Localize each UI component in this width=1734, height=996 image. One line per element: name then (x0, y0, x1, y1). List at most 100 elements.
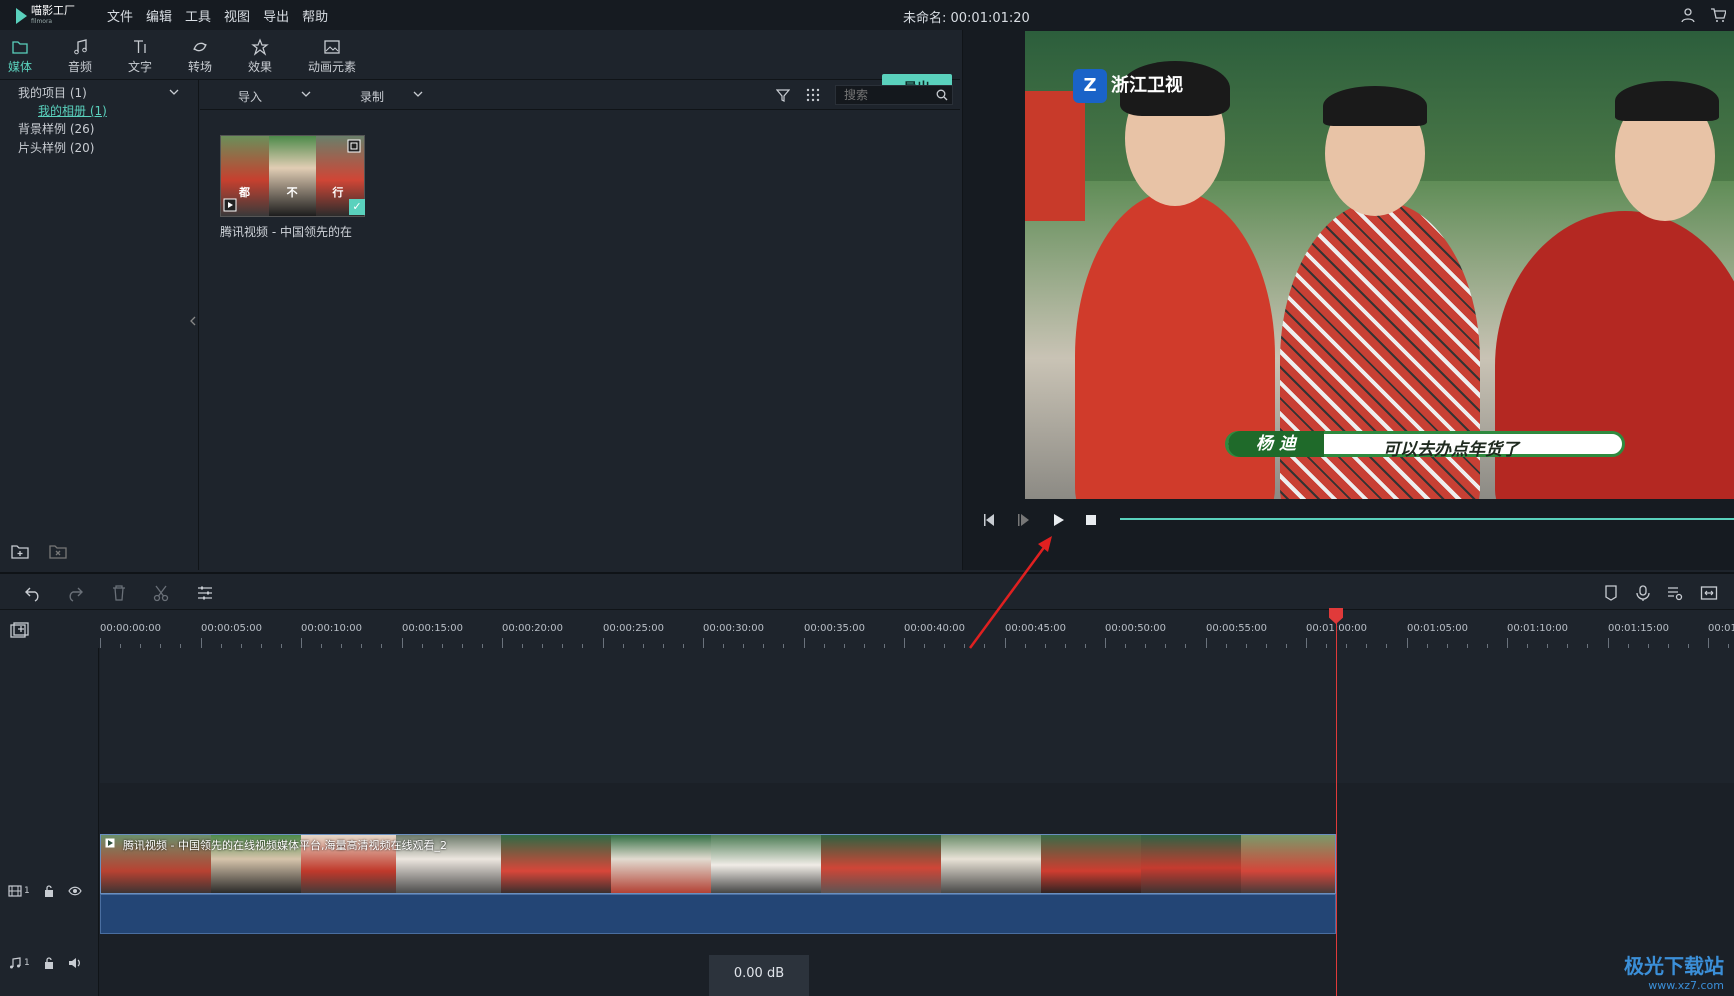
collapse-arrow-icon[interactable] (190, 316, 196, 326)
tab-effects[interactable]: 效果 (232, 38, 288, 75)
ruler-label: 00:01:2 (1708, 623, 1734, 634)
tree-my-album[interactable]: 我的相册 (1) (38, 102, 107, 119)
channel-logo: Z 浙江卫视 (1073, 69, 1183, 103)
tab-text[interactable]: 文字 (112, 38, 168, 75)
tab-label: 媒体 (7, 60, 32, 74)
image-icon (324, 40, 340, 54)
library-tabs: 媒体 音频 文字 转场 效果 动画元素 导出 (0, 30, 960, 98)
media-toolbar: 导入 录制 (200, 80, 960, 110)
annotation-arrow (968, 536, 1052, 649)
empty-track[interactable] (100, 783, 1734, 833)
project-title: 未命名: 00:01:01:20 (903, 11, 1030, 26)
tree-backgrounds[interactable]: 背景样例 (26) (18, 120, 94, 137)
clip-frame (1141, 835, 1241, 893)
folder-icon (12, 41, 28, 54)
lock-icon[interactable] (42, 956, 56, 970)
lock-icon[interactable] (42, 884, 56, 898)
clip-video-icon (105, 838, 115, 848)
menu-tools[interactable]: 工具 (185, 6, 211, 25)
tab-elements[interactable]: 动画元素 (298, 38, 366, 75)
add-track-icon[interactable] (10, 622, 30, 638)
video-type-icon (223, 198, 237, 212)
user-icon[interactable] (1680, 7, 1696, 23)
channel-badge-icon: Z (1073, 69, 1107, 103)
hair (1323, 86, 1427, 126)
ruler-label: 00:00:05:00 (201, 623, 263, 634)
redo-icon[interactable] (66, 584, 84, 602)
video-clip[interactable]: 腾讯视频 - 中国领先的在线视频媒体平台,海量高清视频在线观看_2 (100, 834, 1336, 894)
adjust-icon[interactable] (196, 584, 214, 602)
delete-icon[interactable] (110, 584, 128, 602)
preview-panel: Z 浙江卫视 杨 迪 可以去办点年货了 (962, 30, 1734, 570)
grid-view-icon[interactable] (806, 88, 820, 102)
prev-frame-icon[interactable] (980, 510, 1000, 530)
zoom-fit-icon[interactable] (1700, 584, 1718, 602)
chevron-down-icon[interactable] (412, 88, 424, 100)
ruler-label: 00:00:10:00 (301, 623, 363, 634)
voiceover-icon[interactable] (1666, 584, 1684, 602)
play-icon[interactable] (1048, 510, 1068, 530)
playhead-line[interactable] (1336, 610, 1337, 996)
tab-audio[interactable]: 音频 (52, 38, 108, 75)
timeline-tracks: 1 1 腾讯视频 - 中国领先的在线视频媒体平台,海量高清视频在线观看_2 (0, 648, 1734, 996)
timeline-ruler[interactable]: 00:00:00:00 00:00:05:00 00:00:10:00 00:0… (0, 610, 1734, 648)
media-clip-label: 腾讯视频 - 中国领先的在 (220, 225, 352, 239)
tree-my-projects[interactable]: 我的项目 (1) (18, 84, 87, 101)
record-dropdown[interactable]: 录制 (360, 88, 384, 105)
text-icon (134, 40, 146, 53)
menu-export[interactable]: 导出 (263, 6, 289, 25)
new-folder-icon[interactable] (10, 542, 30, 560)
logo-sub: filmora (31, 18, 53, 25)
channel-name: 浙江卫视 (1111, 75, 1183, 96)
import-dropdown[interactable]: 导入 (238, 88, 262, 105)
scissors-icon[interactable] (152, 584, 170, 602)
empty-track[interactable] (100, 648, 1734, 783)
delete-folder-icon[interactable] (48, 542, 68, 560)
menu-file[interactable]: 文件 (107, 6, 133, 25)
effects-icon (251, 38, 269, 56)
thumb-frame: 不 (268, 136, 317, 216)
search-icon[interactable] (936, 89, 948, 101)
filter-icon[interactable] (776, 88, 790, 102)
marker-icon[interactable] (1602, 584, 1620, 602)
clip-frame (611, 835, 711, 893)
chevron-down-icon[interactable] (168, 87, 180, 97)
speaker-icon[interactable] (68, 956, 82, 970)
video-preview: Z 浙江卫视 杨 迪 可以去办点年货了 (1025, 31, 1734, 499)
playback-controls (963, 500, 1734, 540)
clip-frame (711, 835, 821, 893)
transition-icon (193, 42, 207, 52)
tree-intros[interactable]: 片头样例 (20) (18, 139, 94, 156)
next-frame-icon[interactable] (1013, 510, 1033, 530)
cart-icon[interactable] (1710, 7, 1726, 23)
ruler-label: 00:00:20:00 (502, 623, 564, 634)
chevron-down-icon[interactable] (300, 88, 312, 100)
ruler-label: 00:00:35:00 (804, 623, 866, 634)
audio-track-number: 1 (24, 958, 30, 968)
playback-progress-bar[interactable] (1120, 518, 1734, 520)
eye-icon[interactable] (68, 884, 82, 898)
music-note-icon (74, 39, 87, 55)
ruler-label: 00:00:15:00 (402, 623, 464, 634)
thumb-char: 不 (286, 186, 298, 199)
tab-media[interactable]: 媒体 (0, 38, 48, 75)
media-thumbnail[interactable]: 都 不 行 (220, 135, 365, 217)
volume-readout: 0.00 dB (709, 955, 809, 996)
menu-bar: 喵影工厂 filmora 文件 编辑 工具 视图 导出 帮助 未命名: 00:01… (0, 0, 1734, 30)
menu-view[interactable]: 视图 (224, 6, 250, 25)
tab-transitions[interactable]: 转场 (172, 38, 228, 75)
audio-clip[interactable] (100, 894, 1336, 934)
menu-help[interactable]: 帮助 (302, 6, 328, 25)
watermark-title: 极光下载站 (1624, 954, 1724, 978)
app-logo: 喵影工厂 filmora (16, 5, 75, 27)
tab-label: 文字 (127, 60, 152, 74)
undo-icon[interactable] (24, 584, 42, 602)
empty-audio-area[interactable] (100, 935, 1734, 996)
caption-text: 可以去办点年货了 (1383, 440, 1519, 460)
clip-frame (1041, 835, 1141, 893)
microphone-icon[interactable] (1634, 584, 1652, 602)
stop-icon[interactable] (1081, 510, 1101, 530)
menu-edit[interactable]: 编辑 (146, 6, 172, 25)
ruler-label: 00:00:00:00 (100, 623, 162, 634)
check-icon: ✓ (349, 199, 365, 215)
